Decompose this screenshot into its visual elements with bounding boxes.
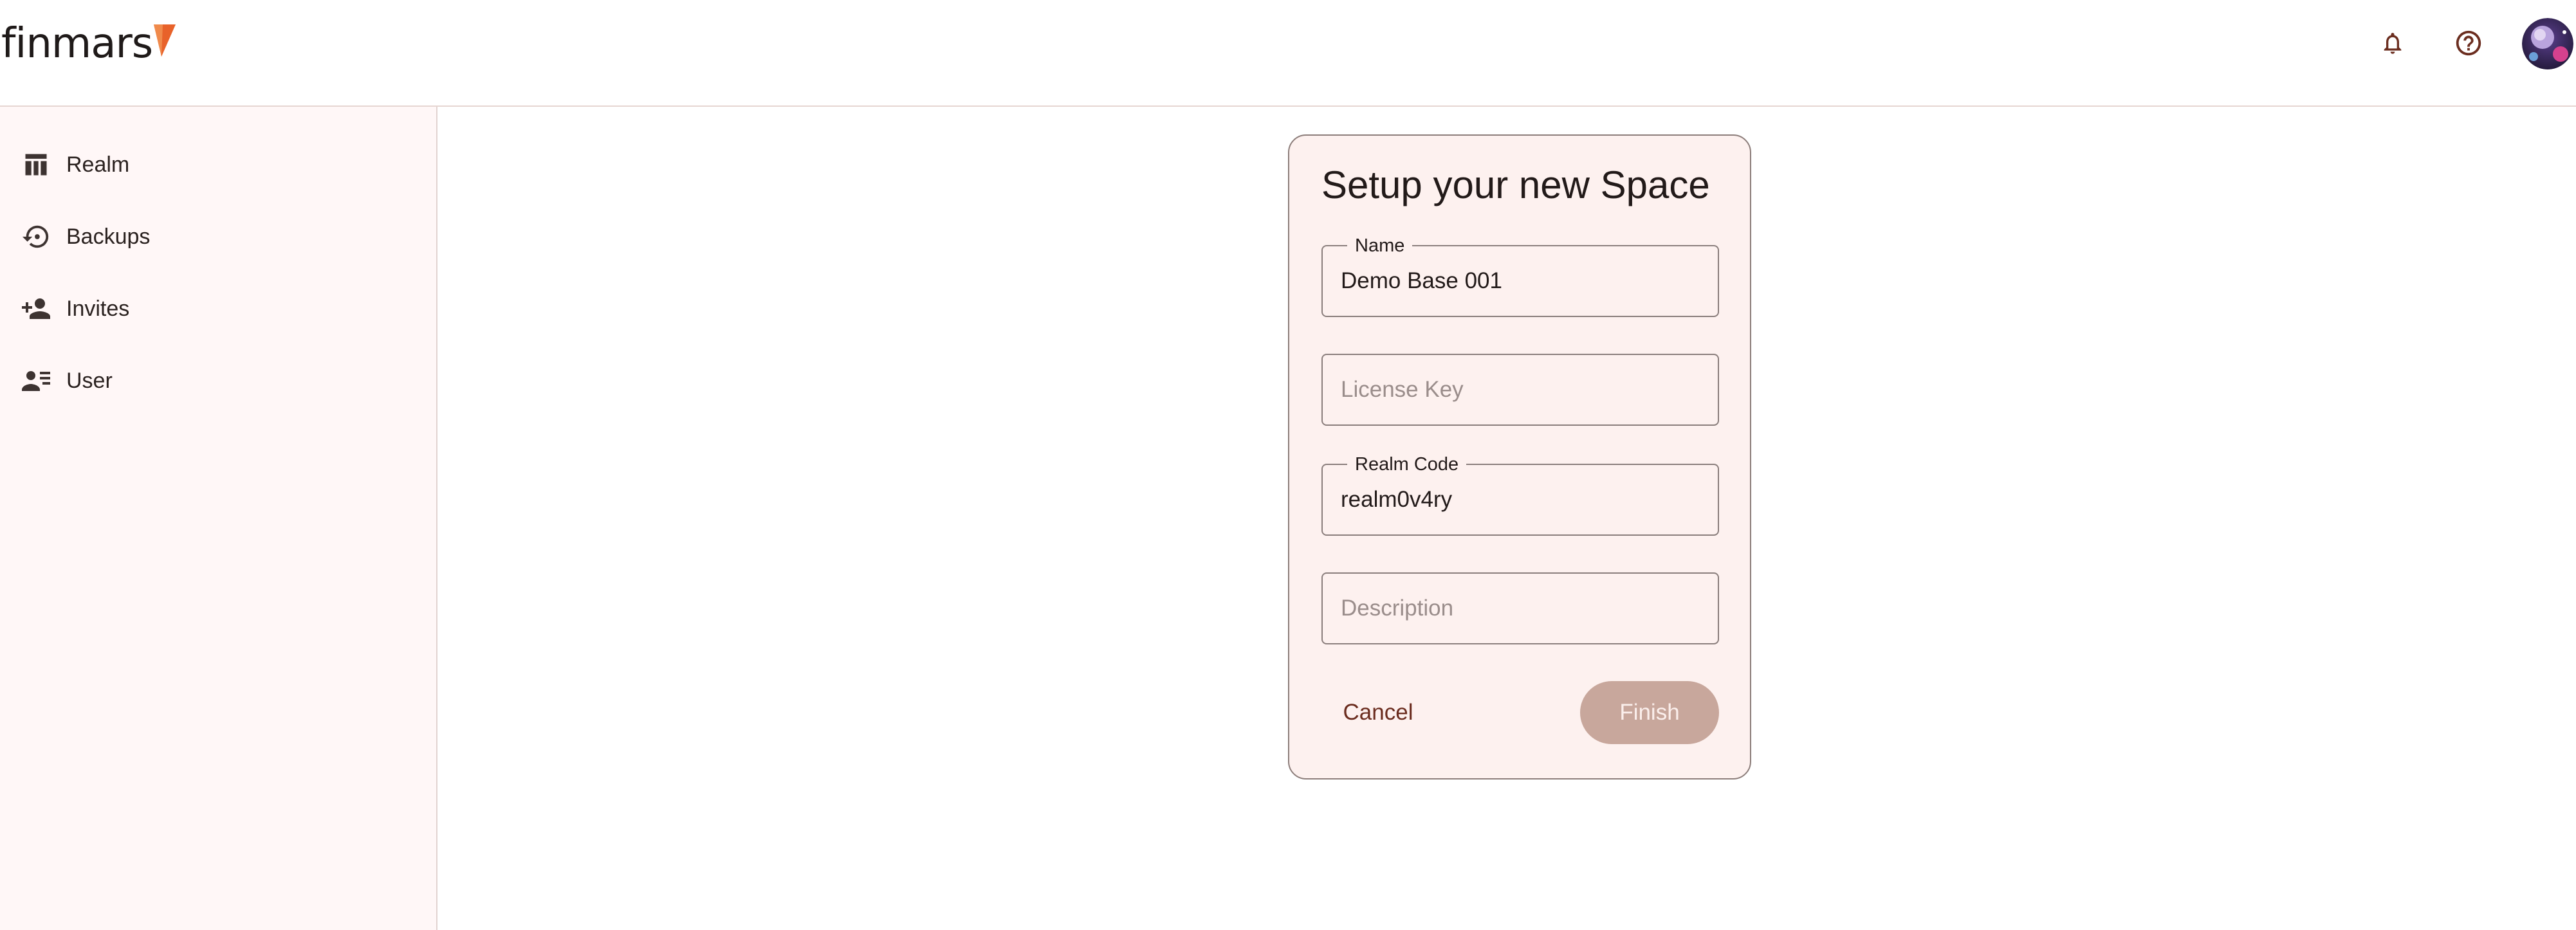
help-circle-icon (2456, 30, 2481, 56)
person-add-icon (18, 291, 54, 327)
license-key-input[interactable] (1323, 355, 1718, 424)
sidebar-item-label: Realm (66, 152, 130, 177)
bell-icon (2384, 33, 2402, 54)
table-columns-icon (18, 147, 54, 183)
sidebar-item-label: User (66, 368, 113, 393)
logo-text: finmars (1, 20, 153, 68)
sidebar-item-invites[interactable]: Invites (0, 278, 435, 340)
license-key-field[interactable] (1321, 354, 1719, 426)
realm-code-input[interactable] (1323, 465, 1718, 534)
cancel-button[interactable]: Cancel (1321, 681, 1435, 744)
description-input[interactable] (1323, 574, 1718, 643)
name-input[interactable] (1323, 246, 1718, 316)
name-field[interactable]: Name (1321, 234, 1719, 317)
dialog-title: Setup your new Space (1321, 163, 1710, 206)
realm-code-field[interactable]: Realm Code (1321, 453, 1719, 536)
sidebar-item-backups[interactable]: Backups (0, 206, 435, 268)
help-button[interactable] (2449, 23, 2489, 63)
sidebar: Realm Backups Invites User (0, 107, 437, 930)
sidebar-item-label: Backups (66, 224, 151, 249)
setup-space-dialog: Setup your new Space Name Realm Code Can… (1288, 134, 1751, 780)
notifications-button[interactable] (2373, 23, 2413, 63)
top-app-bar: finmars (0, 0, 2576, 107)
finmars-logo[interactable]: finmars (1, 18, 176, 69)
sidebar-item-label: Invites (66, 296, 130, 321)
avatar-image (2522, 18, 2573, 69)
sidebar-item-realm[interactable]: Realm (0, 134, 435, 196)
finish-button[interactable]: Finish (1580, 681, 1719, 744)
logo-mark-icon (154, 24, 176, 57)
description-field[interactable] (1321, 572, 1719, 644)
user-avatar[interactable] (2522, 18, 2573, 69)
sidebar-item-user[interactable]: User (0, 350, 435, 412)
history-icon (18, 219, 54, 255)
person-list-icon (18, 363, 54, 399)
